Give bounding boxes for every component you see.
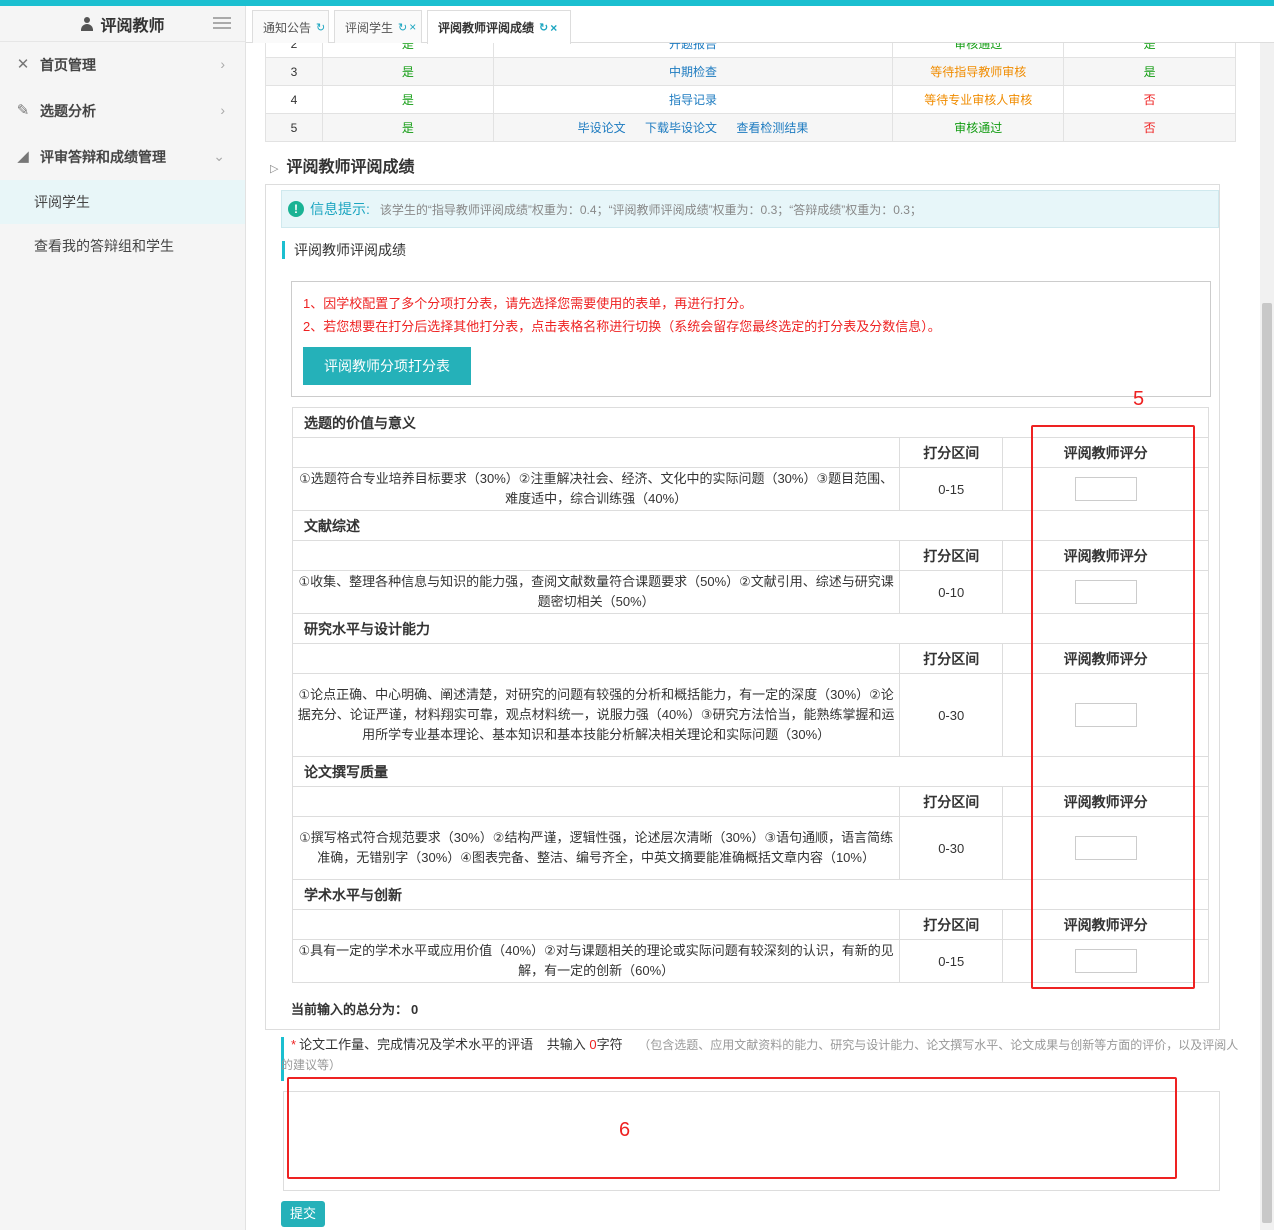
- range-value: 0-30: [899, 673, 1004, 757]
- criteria-text: ①收集、整理各种信息与知识的能力强，查阅文献数量符合课题要求（50%）②文献引用…: [291, 570, 901, 614]
- scrollbar[interactable]: [1260, 43, 1274, 1230]
- chart-icon: ◢: [17, 148, 29, 165]
- row-number: 2: [265, 43, 323, 58]
- criteria-text: ①撰写格式符合规范要求（30%）②结构严谨，逻辑性强，论述层次清晰（30%）③语…: [291, 816, 901, 880]
- range-header: 打分区间: [899, 786, 1004, 817]
- row-number: 4: [265, 85, 323, 114]
- scoring-form-button[interactable]: 评阅教师分项打分表: [303, 347, 471, 385]
- guidance-record-link[interactable]: 指导记录: [669, 93, 717, 107]
- tab-notices[interactable]: 通知公告 ↻: [252, 10, 329, 43]
- main-content: 2 是 开题报告 审核通过 是 3 是 中期检查 等待指导教师审核 是 4 是 …: [246, 43, 1274, 1230]
- notice-line-2: 2、若您想要在打分后选择其他打分表，点击表格名称进行切换（系统会留存您最终选定的…: [303, 319, 941, 334]
- info-text: 该学生的“指导教师评阅成绩”权重为：0.4；“评阅教师评阅成绩”权重为：0.3；…: [379, 202, 922, 217]
- row-number: 3: [265, 57, 323, 86]
- range-header: 打分区间: [899, 643, 1004, 674]
- row-number: 5: [265, 113, 323, 142]
- sidebar-subitem-review-students[interactable]: 评阅学生: [0, 180, 245, 224]
- user-icon: [80, 16, 94, 31]
- criteria-text: ①论点正确、中心明确、阐述清楚，对研究的问题有较强的分析和概括能力，有一定的深度…: [291, 673, 901, 757]
- char-count: 0: [589, 1037, 597, 1052]
- required-star: *: [291, 1037, 297, 1052]
- criteria-text: ①选题符合专业培养目标要求（30%）②注重解决社会、经济、文化中的实际问题（30…: [291, 467, 901, 511]
- section-title: ▷ 评阅教师评阅成绩: [270, 159, 415, 176]
- midterm-check-link[interactable]: 中期检查: [669, 65, 717, 79]
- sidebar-item-label: 首页管理: [40, 57, 96, 73]
- tab-bar: 通知公告 ↻ 评阅学生 ↻ × 评阅教师评阅成绩 ↻ ×: [246, 6, 1274, 44]
- submit-button[interactable]: 提交: [281, 1201, 325, 1227]
- close-icon[interactable]: ×: [409, 20, 416, 34]
- sidebar-item-label: 选题分析: [40, 103, 96, 119]
- refresh-icon[interactable]: ↻: [316, 21, 325, 34]
- final-flag: 是: [1063, 43, 1236, 58]
- sidebar-item-topic-analysis[interactable]: ✎ 选题分析 ›: [0, 88, 245, 134]
- status-text: 审核通过: [892, 43, 1065, 58]
- info-icon: !: [288, 201, 304, 217]
- tab-review-grades[interactable]: 评阅教师评阅成绩 ↻ ×: [427, 10, 571, 44]
- status-text: 等待专业审核人审核: [892, 85, 1065, 114]
- range-header: 打分区间: [899, 437, 1004, 468]
- table-row: 5 是 毕设论文 下载毕设论文 查看检测结果 审核通过 否: [265, 113, 1236, 142]
- subsection-heading: 评阅教师评阅成绩: [282, 241, 406, 259]
- annotation-box-6: [287, 1077, 1177, 1179]
- edit-icon: ✎: [16, 102, 30, 119]
- annotation-box-5: [1031, 425, 1195, 989]
- status-text: 等待指导教师审核: [892, 57, 1065, 86]
- sidebar-item-home[interactable]: ✕ 首页管理 ›: [0, 42, 245, 88]
- table-row: 4 是 指导记录 等待专业审核人审核 否: [265, 85, 1236, 114]
- sidebar-item-label: 评审答辩和成绩管理: [40, 149, 166, 165]
- annotation-label-6: 6: [619, 1119, 631, 1141]
- range-header: 打分区间: [899, 540, 1004, 571]
- scrollbar-thumb[interactable]: [1262, 303, 1272, 1223]
- final-flag: 否: [1063, 113, 1236, 142]
- submitted-flag: 是: [321, 43, 494, 58]
- table-row: 2 是 开题报告 审核通过 是: [265, 43, 1236, 58]
- refresh-icon[interactable]: ↻: [398, 21, 407, 34]
- chevron-right-icon: ›: [220, 56, 225, 72]
- tab-label: 评阅教师评阅成绩: [438, 21, 535, 35]
- final-flag: 是: [1063, 57, 1236, 86]
- total-score: 当前输入的总分为： 0: [291, 1002, 419, 1017]
- status-text: 审核通过: [892, 113, 1065, 142]
- download-thesis-link[interactable]: 下载毕设论文: [645, 121, 717, 135]
- total-score-value: 0: [411, 1002, 419, 1017]
- sidebar-header: 评阅教师: [0, 6, 245, 42]
- table-row: 3 是 中期检查 等待指导教师审核 是: [265, 57, 1236, 86]
- triangle-right-icon: ▷: [270, 163, 279, 175]
- range-value: 0-15: [899, 467, 1004, 511]
- refresh-icon[interactable]: ↻: [539, 21, 548, 34]
- menu-collapse-icon[interactable]: [213, 17, 231, 31]
- info-label: 信息提示:: [310, 201, 370, 217]
- notice-box: 1、因学校配置了多个分项打分表，请先选择您需要使用的表单，再进行打分。 2、若您…: [291, 281, 1211, 397]
- chevron-right-icon: ›: [220, 102, 225, 118]
- tools-icon: ✕: [16, 56, 30, 73]
- submitted-flag: 是: [321, 57, 494, 86]
- progress-table: 2 是 开题报告 审核通过 是 3 是 中期检查 等待指导教师审核 是 4 是 …: [265, 43, 1236, 142]
- opening-report-link[interactable]: 开题报告: [669, 43, 717, 51]
- chevron-down-icon: ⌄: [213, 148, 225, 164]
- comment-heading: * 论文工作量、完成情况及学术水平的评语 共输入 0字符 （包含选题、应用文献资料…: [281, 1037, 1239, 1072]
- range-value: 0-15: [899, 939, 1004, 983]
- sidebar-item-defense-grades[interactable]: ◢ 评审答辩和成绩管理 ⌄: [0, 134, 245, 180]
- criteria-text: ①具有一定的学术水平或应用价值（40%）②对与课题相关的理论或实际问题有较深刻的…: [291, 939, 901, 983]
- notice-line-1: 1、因学校配置了多个分项打分表，请先选择您需要使用的表单，再进行打分。: [303, 296, 753, 311]
- check-result-link[interactable]: 查看检测结果: [736, 121, 808, 135]
- final-flag: 否: [1063, 85, 1236, 114]
- range-header: 打分区间: [899, 909, 1004, 940]
- sidebar: 评阅教师 ✕ 首页管理 › ✎ 选题分析 › ◢ 评审答辩和成绩管理 ⌄ 评阅学…: [0, 6, 246, 1230]
- submitted-flag: 是: [321, 85, 494, 114]
- annotation-label-5: 5: [1133, 388, 1145, 410]
- range-value: 0-10: [899, 570, 1004, 614]
- tab-label: 评阅学生: [345, 20, 394, 35]
- range-value: 0-30: [899, 816, 1004, 880]
- close-icon[interactable]: ×: [550, 21, 557, 35]
- info-banner: ! 信息提示: 该学生的“指导教师评阅成绩”权重为：0.4；“评阅教师评阅成绩”…: [281, 190, 1219, 228]
- tab-label: 通知公告: [263, 20, 312, 35]
- tab-review-students[interactable]: 评阅学生 ↻ ×: [334, 10, 422, 43]
- submitted-flag: 是: [321, 113, 494, 142]
- sidebar-title: 评阅教师: [100, 17, 165, 35]
- sidebar-subitem-my-defense-group[interactable]: 查看我的答辩组和学生: [0, 224, 245, 268]
- thesis-link[interactable]: 毕设论文: [578, 121, 626, 135]
